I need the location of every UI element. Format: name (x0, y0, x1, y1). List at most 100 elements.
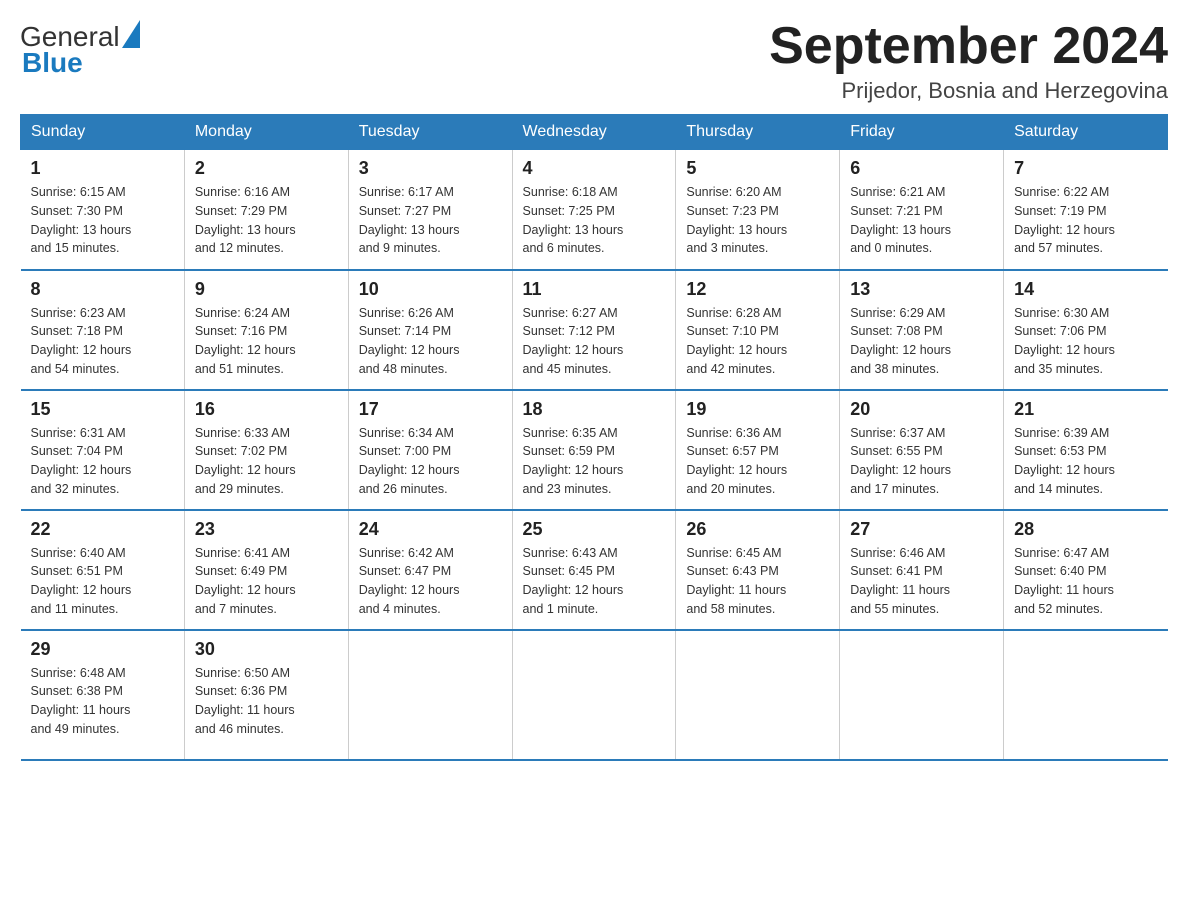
day-info: Sunrise: 6:50 AM Sunset: 6:36 PM Dayligh… (195, 664, 338, 739)
calendar-cell: 27 Sunrise: 6:46 AM Sunset: 6:41 PM Dayli… (840, 510, 1004, 630)
header-friday: Friday (840, 115, 1004, 150)
day-number: 21 (1014, 399, 1157, 420)
day-number: 7 (1014, 158, 1157, 179)
calendar-cell: 2 Sunrise: 6:16 AM Sunset: 7:29 PM Daylig… (184, 150, 348, 270)
location-subtitle: Prijedor, Bosnia and Herzegovina (769, 78, 1168, 104)
calendar-week-row: 15 Sunrise: 6:31 AM Sunset: 7:04 PM Dayli… (21, 390, 1168, 510)
day-number: 3 (359, 158, 502, 179)
day-number: 9 (195, 279, 338, 300)
day-info: Sunrise: 6:37 AM Sunset: 6:55 PM Dayligh… (850, 424, 993, 499)
day-info: Sunrise: 6:40 AM Sunset: 6:51 PM Dayligh… (31, 544, 174, 619)
calendar-cell: 19Sunrise: 6:36 AM Sunset: 6:57 PM Dayli… (676, 390, 840, 510)
calendar-cell: 3 Sunrise: 6:17 AM Sunset: 7:27 PM Daylig… (348, 150, 512, 270)
day-number: 19 (686, 399, 829, 420)
day-number: 30 (195, 639, 338, 660)
calendar-table: SundayMondayTuesdayWednesdayThursdayFrid… (20, 114, 1168, 761)
calendar-cell: 12Sunrise: 6:28 AM Sunset: 7:10 PM Dayli… (676, 270, 840, 390)
header-sunday: Sunday (21, 115, 185, 150)
calendar-week-row: 29Sunrise: 6:48 AM Sunset: 6:38 PM Dayli… (21, 630, 1168, 760)
calendar-cell: 16 Sunrise: 6:33 AM Sunset: 7:02 PM Dayli… (184, 390, 348, 510)
calendar-cell: 8 Sunrise: 6:23 AM Sunset: 7:18 PM Daylig… (21, 270, 185, 390)
day-info: Sunrise: 6:22 AM Sunset: 7:19 PM Dayligh… (1014, 183, 1157, 258)
day-info: Sunrise: 6:29 AM Sunset: 7:08 PM Dayligh… (850, 304, 993, 379)
calendar-cell: 26 Sunrise: 6:45 AM Sunset: 6:43 PM Dayli… (676, 510, 840, 630)
calendar-cell (676, 630, 840, 760)
day-number: 18 (523, 399, 666, 420)
day-number: 13 (850, 279, 993, 300)
page-header: General Blue September 2024 Prijedor, Bo… (20, 20, 1168, 104)
day-number: 8 (31, 279, 174, 300)
day-info: Sunrise: 6:45 AM Sunset: 6:43 PM Dayligh… (686, 544, 829, 619)
calendar-cell: 18 Sunrise: 6:35 AM Sunset: 6:59 PM Dayli… (512, 390, 676, 510)
day-info: Sunrise: 6:34 AM Sunset: 7:00 PM Dayligh… (359, 424, 502, 499)
calendar-cell: 10 Sunrise: 6:26 AM Sunset: 7:14 PM Dayli… (348, 270, 512, 390)
day-number: 29 (31, 639, 174, 660)
day-number: 15 (31, 399, 174, 420)
day-info: Sunrise: 6:18 AM Sunset: 7:25 PM Dayligh… (523, 183, 666, 258)
calendar-cell: 30 Sunrise: 6:50 AM Sunset: 6:36 PM Dayli… (184, 630, 348, 760)
day-info: Sunrise: 6:43 AM Sunset: 6:45 PM Dayligh… (523, 544, 666, 619)
calendar-cell: 29Sunrise: 6:48 AM Sunset: 6:38 PM Dayli… (21, 630, 185, 760)
calendar-header-row: SundayMondayTuesdayWednesdayThursdayFrid… (21, 115, 1168, 150)
calendar-week-row: 8 Sunrise: 6:23 AM Sunset: 7:18 PM Daylig… (21, 270, 1168, 390)
calendar-cell: 25 Sunrise: 6:43 AM Sunset: 6:45 PM Dayli… (512, 510, 676, 630)
month-title: September 2024 (769, 20, 1168, 72)
calendar-cell: 21Sunrise: 6:39 AM Sunset: 6:53 PM Dayli… (1004, 390, 1168, 510)
day-number: 17 (359, 399, 502, 420)
day-number: 14 (1014, 279, 1157, 300)
day-info: Sunrise: 6:46 AM Sunset: 6:41 PM Dayligh… (850, 544, 993, 619)
day-info: Sunrise: 6:33 AM Sunset: 7:02 PM Dayligh… (195, 424, 338, 499)
header-thursday: Thursday (676, 115, 840, 150)
title-area: September 2024 Prijedor, Bosnia and Herz… (769, 20, 1168, 104)
day-info: Sunrise: 6:21 AM Sunset: 7:21 PM Dayligh… (850, 183, 993, 258)
day-number: 6 (850, 158, 993, 179)
calendar-cell: 24Sunrise: 6:42 AM Sunset: 6:47 PM Dayli… (348, 510, 512, 630)
day-number: 23 (195, 519, 338, 540)
day-number: 4 (523, 158, 666, 179)
calendar-cell (348, 630, 512, 760)
day-info: Sunrise: 6:31 AM Sunset: 7:04 PM Dayligh… (31, 424, 174, 499)
day-number: 2 (195, 158, 338, 179)
calendar-cell: 14 Sunrise: 6:30 AM Sunset: 7:06 PM Dayli… (1004, 270, 1168, 390)
calendar-cell: 28 Sunrise: 6:47 AM Sunset: 6:40 PM Dayli… (1004, 510, 1168, 630)
day-info: Sunrise: 6:20 AM Sunset: 7:23 PM Dayligh… (686, 183, 829, 258)
day-number: 27 (850, 519, 993, 540)
calendar-cell: 23 Sunrise: 6:41 AM Sunset: 6:49 PM Dayli… (184, 510, 348, 630)
day-number: 16 (195, 399, 338, 420)
day-number: 26 (686, 519, 829, 540)
day-info: Sunrise: 6:23 AM Sunset: 7:18 PM Dayligh… (31, 304, 174, 379)
calendar-cell: 9 Sunrise: 6:24 AM Sunset: 7:16 PM Daylig… (184, 270, 348, 390)
day-info: Sunrise: 6:15 AM Sunset: 7:30 PM Dayligh… (31, 183, 174, 258)
calendar-cell: 11Sunrise: 6:27 AM Sunset: 7:12 PM Dayli… (512, 270, 676, 390)
day-number: 11 (523, 279, 666, 300)
day-number: 22 (31, 519, 174, 540)
calendar-week-row: 1 Sunrise: 6:15 AM Sunset: 7:30 PM Daylig… (21, 150, 1168, 270)
calendar-week-row: 22 Sunrise: 6:40 AM Sunset: 6:51 PM Dayli… (21, 510, 1168, 630)
day-number: 1 (31, 158, 174, 179)
calendar-cell: 13 Sunrise: 6:29 AM Sunset: 7:08 PM Dayli… (840, 270, 1004, 390)
day-info: Sunrise: 6:26 AM Sunset: 7:14 PM Dayligh… (359, 304, 502, 379)
calendar-cell: 20 Sunrise: 6:37 AM Sunset: 6:55 PM Dayli… (840, 390, 1004, 510)
day-info: Sunrise: 6:41 AM Sunset: 6:49 PM Dayligh… (195, 544, 338, 619)
calendar-cell (840, 630, 1004, 760)
day-info: Sunrise: 6:17 AM Sunset: 7:27 PM Dayligh… (359, 183, 502, 258)
header-monday: Monday (184, 115, 348, 150)
calendar-cell: 17 Sunrise: 6:34 AM Sunset: 7:00 PM Dayli… (348, 390, 512, 510)
calendar-cell: 1 Sunrise: 6:15 AM Sunset: 7:30 PM Daylig… (21, 150, 185, 270)
logo: General Blue (20, 20, 140, 79)
day-info: Sunrise: 6:16 AM Sunset: 7:29 PM Dayligh… (195, 183, 338, 258)
calendar-cell: 5 Sunrise: 6:20 AM Sunset: 7:23 PM Daylig… (676, 150, 840, 270)
day-number: 10 (359, 279, 502, 300)
day-number: 25 (523, 519, 666, 540)
day-info: Sunrise: 6:35 AM Sunset: 6:59 PM Dayligh… (523, 424, 666, 499)
header-wednesday: Wednesday (512, 115, 676, 150)
day-info: Sunrise: 6:47 AM Sunset: 6:40 PM Dayligh… (1014, 544, 1157, 619)
day-info: Sunrise: 6:30 AM Sunset: 7:06 PM Dayligh… (1014, 304, 1157, 379)
day-number: 28 (1014, 519, 1157, 540)
calendar-cell: 6 Sunrise: 6:21 AM Sunset: 7:21 PM Daylig… (840, 150, 1004, 270)
header-saturday: Saturday (1004, 115, 1168, 150)
day-number: 20 (850, 399, 993, 420)
day-number: 12 (686, 279, 829, 300)
day-number: 5 (686, 158, 829, 179)
day-info: Sunrise: 6:24 AM Sunset: 7:16 PM Dayligh… (195, 304, 338, 379)
